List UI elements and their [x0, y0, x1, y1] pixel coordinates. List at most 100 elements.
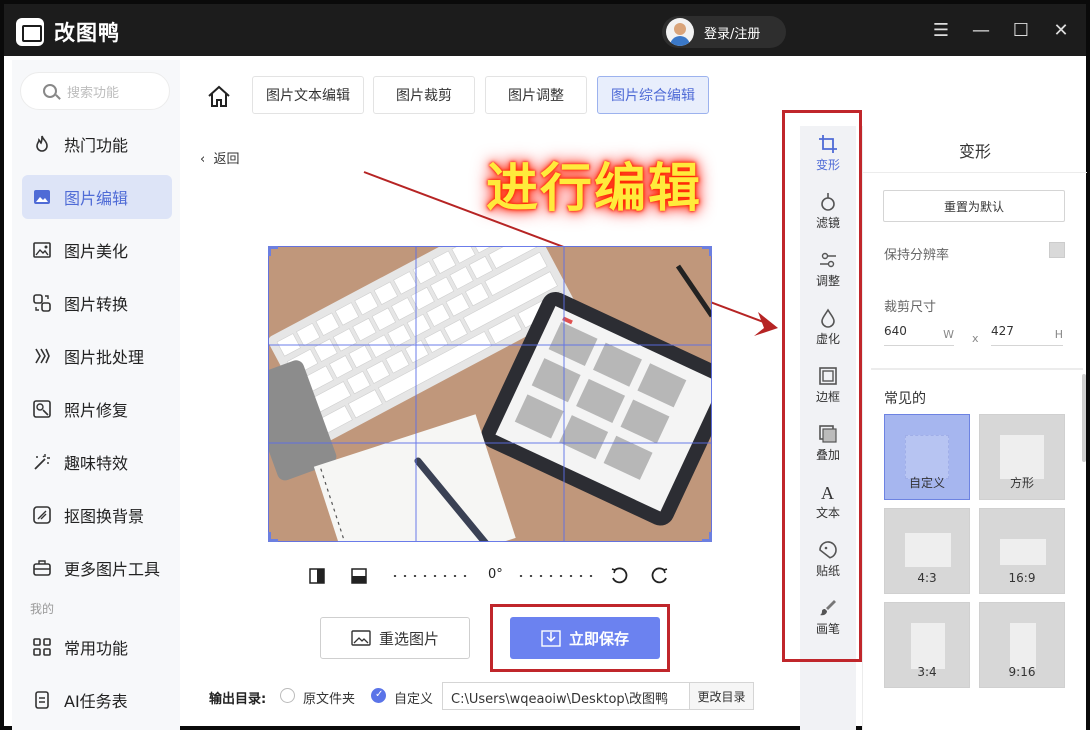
annotation-box-tools	[782, 110, 862, 662]
flip-vertical-icon[interactable]	[350, 567, 368, 585]
app-name: 改图鸭	[54, 21, 120, 45]
back-label: 返回	[213, 152, 240, 167]
tab-comprehensive-edit[interactable]: 图片综合编辑	[597, 76, 709, 114]
image-canvas[interactable]	[268, 246, 712, 542]
preset-custom[interactable]: 自定义	[884, 414, 970, 500]
keep-resolution-checkbox[interactable]	[1049, 242, 1065, 258]
preset-shape	[905, 435, 949, 479]
crop-width-value: 640	[884, 324, 907, 338]
sidebar-item-label: 照片修复	[64, 401, 129, 420]
preset-label: 4:3	[917, 571, 937, 585]
sidebar: 搜索功能 热门功能 图片编辑 图片美化 图片转换 图片批处理 照片修复 趣味特效…	[12, 60, 180, 730]
preset-label: 9:16	[1008, 665, 1036, 679]
flame-icon	[32, 134, 52, 154]
common-presets-label: 常见的	[884, 391, 926, 407]
sidebar-item-image-edit[interactable]: 图片编辑	[22, 175, 172, 219]
search-placeholder: 搜索功能	[67, 85, 120, 101]
sidebar-item-label: 图片编辑	[64, 189, 129, 208]
magic-wand-icon	[32, 452, 52, 472]
maximize-icon[interactable]: ☐	[1010, 20, 1032, 42]
crop-height-input[interactable]: 427 H	[991, 324, 1063, 346]
home-icon[interactable]	[204, 82, 234, 112]
sidebar-item-label: 图片批处理	[64, 348, 145, 367]
output-label: 输出目录:	[209, 692, 267, 707]
height-unit: H	[1054, 328, 1063, 341]
sidebar-item-common[interactable]: 常用功能	[22, 625, 172, 669]
sidebar-item-label: 热门功能	[64, 136, 129, 155]
rotate-left-icon[interactable]	[609, 566, 629, 586]
rotate-right-icon[interactable]	[650, 566, 670, 586]
login-button[interactable]: 登录/注册	[662, 16, 786, 48]
preset-3-4[interactable]: 3:4	[884, 602, 970, 688]
sidebar-item-cutout[interactable]: 抠图换背景	[22, 493, 172, 537]
rotation-slider-left[interactable]	[390, 575, 472, 577]
preset-shape	[1000, 539, 1046, 565]
sidebar-item-beautify[interactable]: 图片美化	[22, 228, 172, 272]
annotation-box-save	[490, 604, 670, 672]
sidebar-item-repair[interactable]: 照片修复	[22, 387, 172, 431]
sidebar-item-ai-tasks[interactable]: AI任务表	[22, 678, 172, 722]
rotation-toolbar: 0°	[304, 564, 674, 588]
crop-handle-top-left[interactable]	[268, 246, 278, 256]
crop-height-value: 427	[991, 324, 1014, 338]
transform-panel: 变形 重置为默认 保持分辨率 裁剪尺寸 640 W x 427 H 常见的 自定…	[862, 126, 1087, 730]
preset-16-9[interactable]: 16:9	[979, 508, 1065, 594]
radio-custom-folder[interactable]	[371, 688, 386, 703]
preset-shape	[911, 623, 945, 669]
custom-folder-label: 自定义	[394, 692, 434, 707]
tab-adjust[interactable]: 图片调整	[485, 76, 587, 114]
close-icon[interactable]: ✕	[1050, 20, 1072, 42]
preset-label: 3:4	[917, 665, 937, 679]
crop-handle-bottom-left[interactable]	[268, 532, 278, 542]
crop-handle-top-right[interactable]	[702, 246, 712, 256]
preset-9-16[interactable]: 9:16	[979, 602, 1065, 688]
photo-repair-icon	[32, 399, 52, 419]
convert-icon	[32, 293, 52, 313]
chevron-left-icon: ‹	[200, 152, 206, 167]
document-icon	[32, 690, 52, 710]
avatar	[666, 18, 694, 46]
search-icon	[43, 84, 57, 98]
flip-horizontal-icon[interactable]	[308, 567, 326, 585]
minimize-icon[interactable]: —	[970, 20, 992, 42]
toolbox-icon	[32, 558, 52, 578]
sidebar-item-hot[interactable]: 热门功能	[22, 122, 172, 166]
sidebar-item-label: AI任务表	[64, 692, 128, 711]
crop-handle-bottom-right[interactable]	[702, 532, 712, 542]
radio-original-folder[interactable]	[280, 688, 295, 703]
search-input[interactable]: 搜索功能	[20, 72, 170, 110]
reset-default-button[interactable]: 重置为默认	[883, 190, 1065, 222]
app-logo-icon	[16, 18, 44, 46]
preset-shape	[1000, 435, 1044, 479]
sidebar-item-convert[interactable]: 图片转换	[22, 281, 172, 325]
tab-text-edit[interactable]: 图片文本编辑	[252, 76, 364, 114]
cutout-icon	[32, 505, 52, 525]
width-unit: W	[943, 328, 954, 341]
title-bar: 改图鸭 登录/注册 ☰ — ☐ ✕	[4, 4, 1086, 56]
rotation-slider-right[interactable]	[516, 575, 598, 577]
preset-shape	[1010, 623, 1036, 669]
reselect-image-button[interactable]: 重选图片	[320, 617, 470, 659]
sidebar-item-batch[interactable]: 图片批处理	[22, 334, 172, 378]
sidebar-item-effects[interactable]: 趣味特效	[22, 440, 172, 484]
sidebar-item-more-tools[interactable]: 更多图片工具	[22, 546, 172, 590]
section-label-mine: 我的	[30, 602, 55, 616]
back-link[interactable]: ‹ 返回	[200, 148, 239, 167]
menu-icon[interactable]: ☰	[930, 20, 952, 42]
grid-icon	[32, 637, 52, 657]
change-directory-button[interactable]: 更改目录	[690, 682, 754, 710]
tab-crop[interactable]: 图片裁剪	[373, 76, 475, 114]
photo-desk-tablet	[268, 246, 712, 542]
preset-shape	[905, 533, 951, 567]
image-beautify-icon	[32, 240, 52, 260]
preset-4-3[interactable]: 4:3	[884, 508, 970, 594]
crop-width-input[interactable]: 640 W	[884, 324, 954, 346]
preset-label: 16:9	[1008, 571, 1036, 585]
original-folder-label: 原文件夹	[303, 692, 356, 707]
sidebar-item-label: 更多图片工具	[64, 560, 161, 579]
output-path-field[interactable]: C:\Users\wqeaoiw\Desktop\改图鸭	[442, 682, 690, 710]
crop-size-label: 裁剪尺寸	[884, 300, 937, 315]
divider	[863, 172, 1087, 173]
panel-scrollbar[interactable]	[1082, 374, 1086, 462]
preset-square[interactable]: 方形	[979, 414, 1065, 500]
